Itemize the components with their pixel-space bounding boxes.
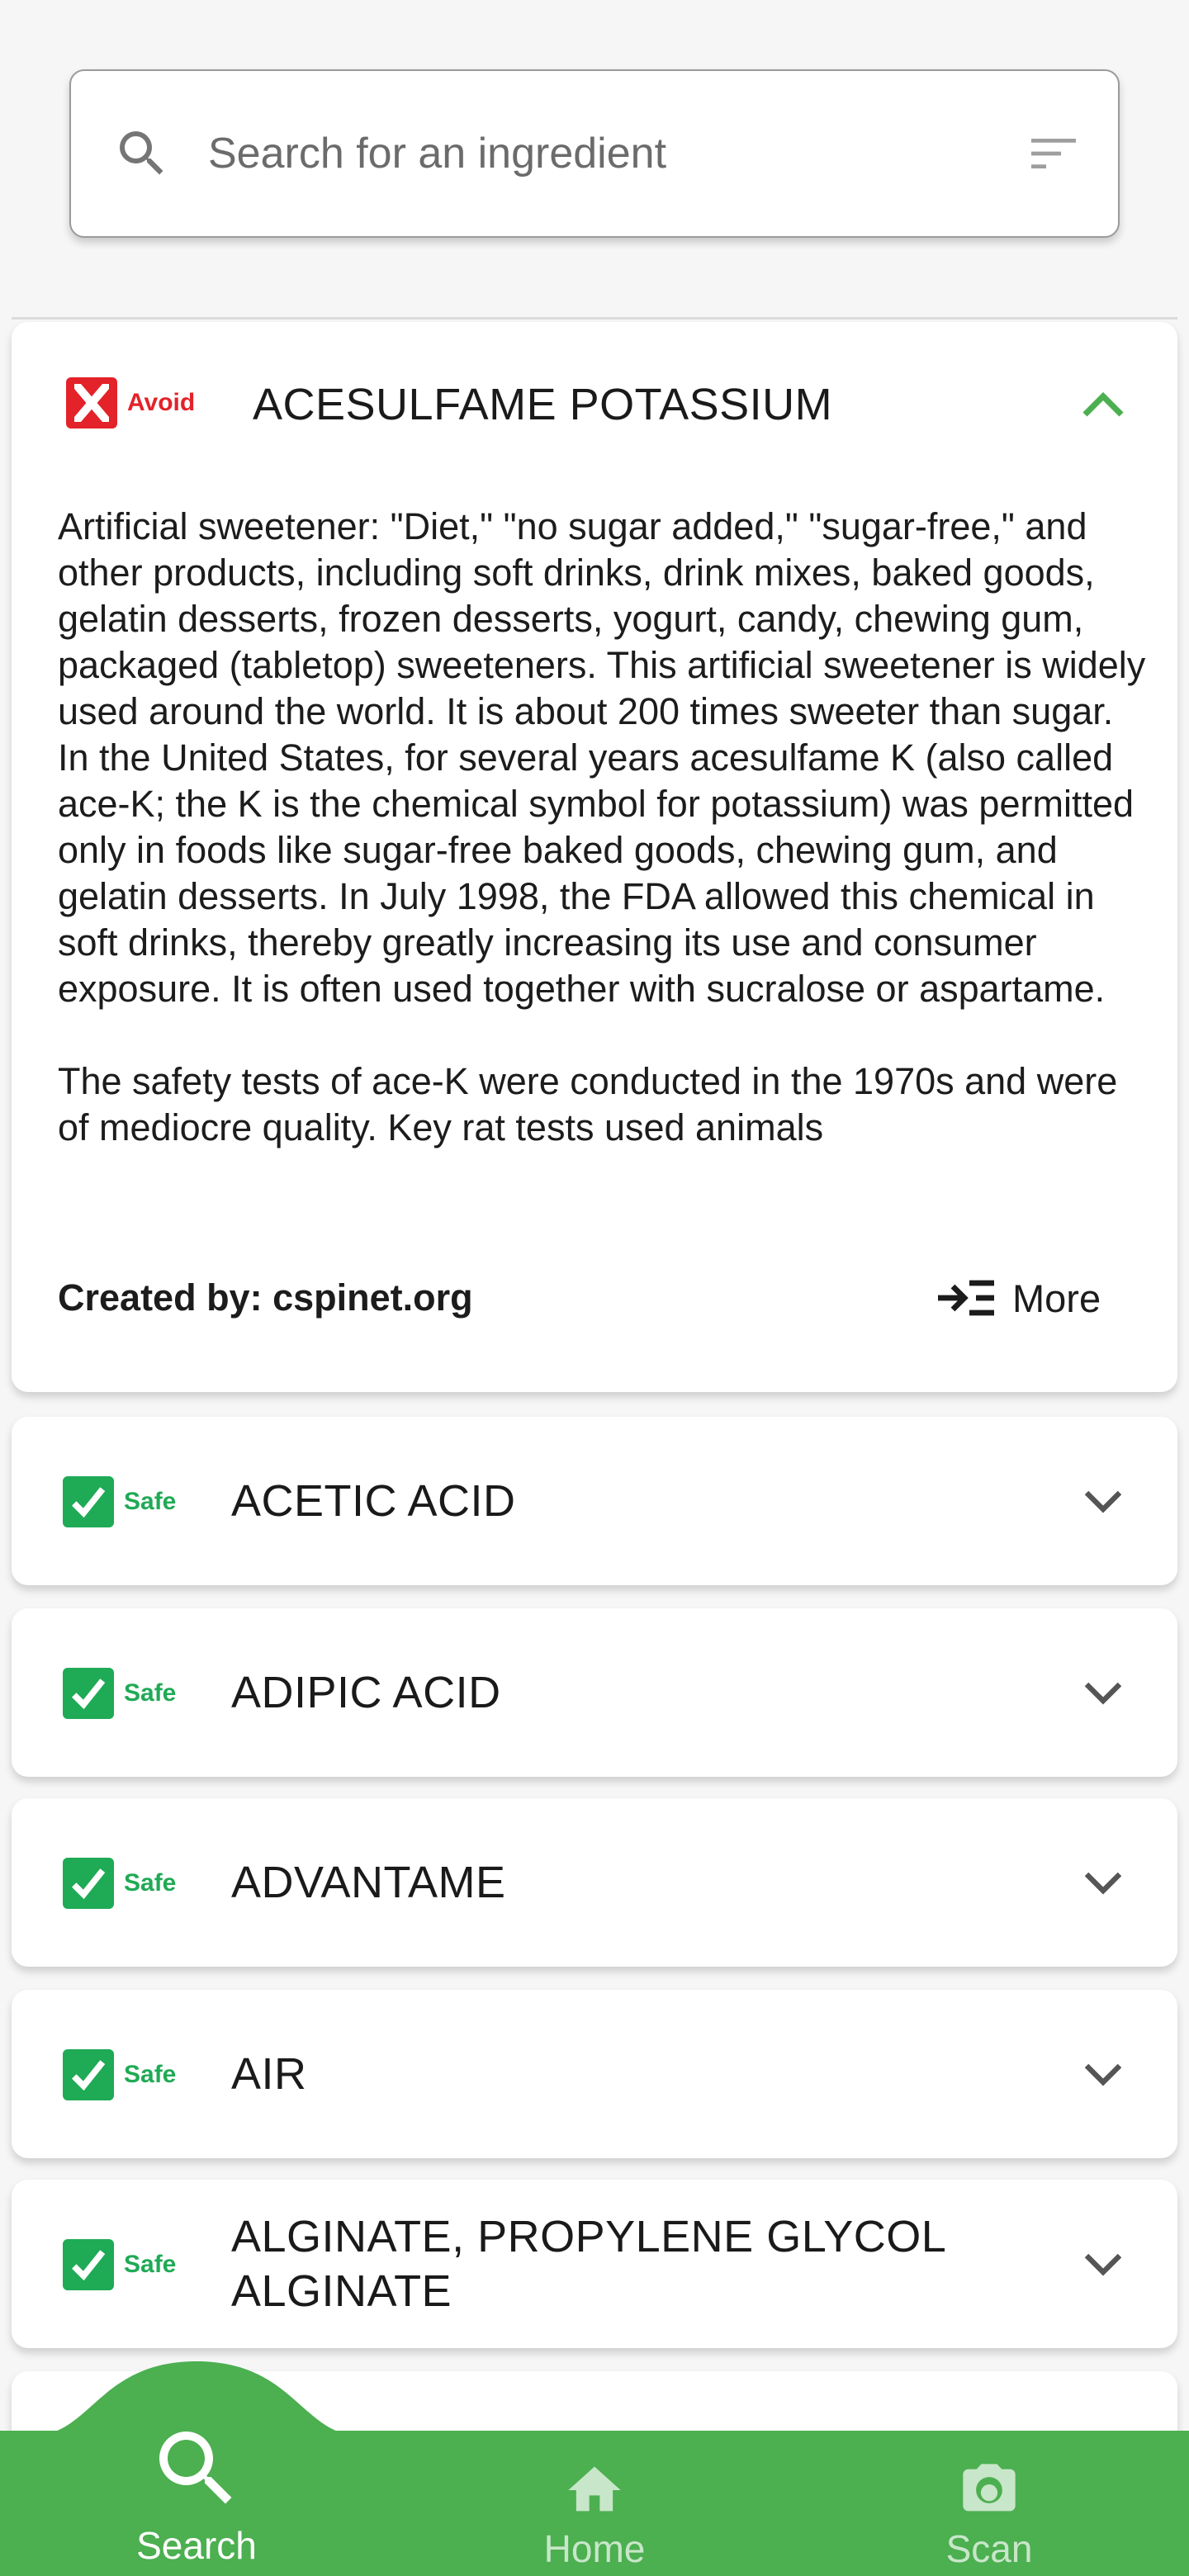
read-more-icon xyxy=(938,1280,994,1316)
checkmark-icon xyxy=(63,1858,114,1909)
ingredient-card[interactable]: Safe ACETIC ACID xyxy=(12,1417,1177,1585)
safe-label: Safe xyxy=(124,1488,177,1515)
search-icon xyxy=(120,131,163,175)
chevron-down-icon[interactable] xyxy=(1080,1676,1126,1709)
ingredient-description: Artificial sweetener: "Diet," "no sugar … xyxy=(58,504,1148,1227)
search-input[interactable] xyxy=(208,104,1034,203)
chevron-down-icon[interactable] xyxy=(1080,2057,1126,2091)
nav-search-label: Search xyxy=(136,2524,257,2567)
x-mark-icon xyxy=(66,377,117,429)
search-bar[interactable] xyxy=(69,69,1120,238)
created-by-label: Created by: cspinet.org xyxy=(58,1276,473,1319)
nav-home[interactable]: Home xyxy=(512,2459,677,2571)
avoid-badge: Avoid xyxy=(66,377,195,429)
nav-scan[interactable]: Scan xyxy=(907,2459,1072,2571)
ingredient-card[interactable]: Safe ALGINATE, PROPYLENE GLYCOL ALGINATE xyxy=(12,2180,1177,2348)
search-icon xyxy=(159,2432,232,2504)
list-top-divider xyxy=(12,317,1177,320)
ingredient-name: AIR xyxy=(231,2049,307,2099)
ingredient-name: ACESULFAME POTASSIUM xyxy=(253,380,833,429)
checkmark-icon xyxy=(63,2239,114,2290)
safe-label: Safe xyxy=(124,1679,177,1707)
nav-scan-label: Scan xyxy=(945,2527,1033,2570)
checkmark-icon xyxy=(63,2049,114,2100)
nav-search[interactable]: Search xyxy=(114,2419,279,2568)
avoid-label: Avoid xyxy=(127,389,196,416)
camera-icon xyxy=(963,2464,1016,2512)
ingredient-name: ADIPIC ACID xyxy=(231,1668,501,1717)
safe-badge: Safe xyxy=(63,1476,176,1527)
ingredient-name: ALGINATE, PROPYLENE GLYCOL ALGINATE xyxy=(231,2212,945,2316)
safe-label: Safe xyxy=(124,2061,177,2088)
safe-label: Safe xyxy=(124,2251,177,2278)
ingredient-card[interactable]: Safe AIR xyxy=(12,1990,1177,2158)
ingredient-name: ADVANTAME xyxy=(231,1858,506,1907)
more-label: More xyxy=(1012,1276,1101,1320)
filter-list-icon[interactable] xyxy=(1021,124,1087,183)
chevron-down-icon[interactable] xyxy=(1080,2247,1126,2280)
ingredient-card[interactable]: Safe ADVANTAME xyxy=(12,1798,1177,1967)
safe-badge: Safe xyxy=(63,1858,176,1909)
ingredient-card[interactable]: Safe ADIPIC ACID xyxy=(12,1608,1177,1777)
chevron-down-icon[interactable] xyxy=(1080,1866,1126,1899)
checkmark-icon xyxy=(63,1476,114,1527)
checkmark-icon xyxy=(63,1668,114,1719)
nav-home-label: Home xyxy=(543,2527,646,2570)
chevron-up-icon[interactable] xyxy=(1080,388,1126,421)
home-icon xyxy=(568,2466,621,2512)
safe-badge: Safe xyxy=(63,2049,176,2100)
safe-badge: Safe xyxy=(63,2239,176,2290)
bottom-navigation: Search Home Scan xyxy=(0,2361,1189,2576)
description-paragraph: Artificial sweetener: "Diet," "no sugar … xyxy=(58,505,1146,1010)
ingredient-card-expanded[interactable]: Avoid ACESULFAME POTASSIUM Artificial sw… xyxy=(12,322,1177,1392)
more-button[interactable]: More xyxy=(936,1268,1101,1328)
safe-label: Safe xyxy=(124,1869,177,1896)
description-paragraph: The safety tests of ace-K were conducted… xyxy=(58,1060,1118,1148)
ingredient-name: ACETIC ACID xyxy=(231,1476,516,1526)
chevron-down-icon[interactable] xyxy=(1080,1485,1126,1518)
safe-badge: Safe xyxy=(63,1668,176,1719)
